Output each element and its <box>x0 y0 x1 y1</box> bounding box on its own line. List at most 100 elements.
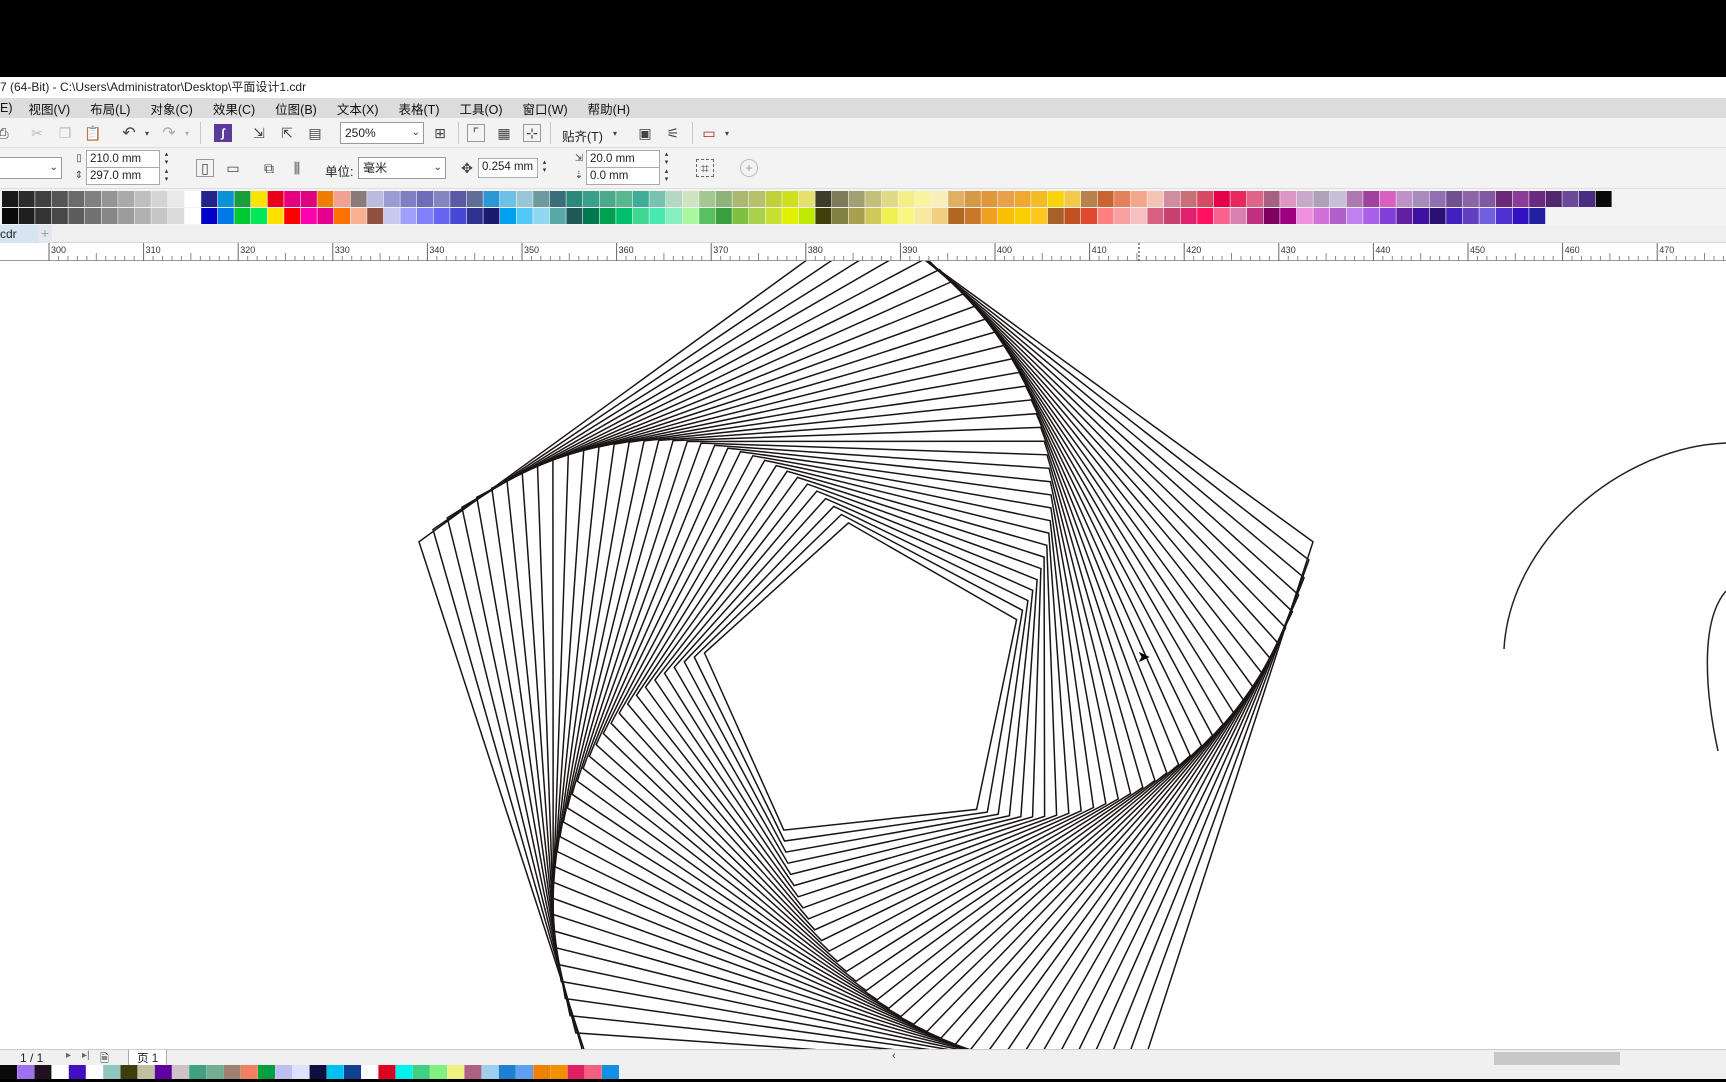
palette-swatch[interactable] <box>1014 191 1031 207</box>
palette-swatch[interactable] <box>85 208 101 224</box>
search-content-icon[interactable]: ∫ <box>214 124 232 142</box>
document-palette-swatch[interactable] <box>584 1065 602 1079</box>
palette-swatch[interactable] <box>1462 208 1479 224</box>
palette-swatch[interactable] <box>1396 208 1413 224</box>
palette-swatch[interactable] <box>1512 208 1529 224</box>
palette-swatch[interactable] <box>1164 208 1180 224</box>
pentagon-outline[interactable] <box>644 476 1046 898</box>
palette-swatch[interactable] <box>931 208 948 224</box>
palette-swatch[interactable] <box>466 191 483 207</box>
page-size-select[interactable]: ⌄ <box>0 157 62 179</box>
menu-help[interactable]: 帮助(H) <box>588 99 630 118</box>
palette-swatch[interactable] <box>1529 191 1546 207</box>
palette-swatch[interactable] <box>1545 191 1562 207</box>
palette-swatch[interactable] <box>1047 191 1064 207</box>
palette-swatch[interactable] <box>848 191 865 207</box>
document-tab[interactable]: cdr <box>0 225 38 243</box>
palette-swatch[interactable] <box>732 208 749 224</box>
palette-swatch[interactable] <box>1114 191 1131 207</box>
palette-swatch[interactable] <box>898 208 915 224</box>
duplicate-y-field[interactable]: 0.0 mm <box>586 167 660 185</box>
palette-swatch[interactable] <box>367 208 384 224</box>
current-page-icon[interactable]: ⫼ <box>288 159 306 177</box>
palette-swatch[interactable] <box>881 208 898 224</box>
show-rulers-icon[interactable]: ⌜ <box>467 124 485 142</box>
palette-swatch[interactable] <box>599 191 616 207</box>
palette-swatch[interactable] <box>1413 191 1429 207</box>
spiral-pentagon-artwork[interactable] <box>0 261 1726 1049</box>
palette-swatch[interactable] <box>981 208 998 224</box>
palette-swatch[interactable] <box>1263 208 1280 224</box>
menu-bitmaps[interactable]: 位图(B) <box>275 99 317 118</box>
palette-swatch[interactable] <box>533 191 550 207</box>
page-width-spinner[interactable]: ▴ ▾ <box>162 151 171 167</box>
palette-swatch[interactable] <box>732 191 749 207</box>
palette-swatch[interactable] <box>981 191 998 207</box>
palette-swatch[interactable] <box>18 208 35 224</box>
nudge-spinner[interactable]: ▴ ▾ <box>540 159 549 175</box>
palette-swatch[interactable] <box>699 191 716 207</box>
pentagon-outline[interactable] <box>461 261 1300 1049</box>
palette-swatch[interactable] <box>549 208 566 224</box>
palette-swatch[interactable] <box>400 208 417 224</box>
document-palette-swatch[interactable] <box>172 1065 189 1079</box>
document-palette-swatch[interactable] <box>412 1065 430 1079</box>
palette-swatch[interactable] <box>682 191 699 207</box>
palette-swatch[interactable] <box>1496 191 1512 207</box>
document-palette-swatch[interactable] <box>567 1065 585 1079</box>
document-palette-swatch[interactable] <box>120 1065 138 1079</box>
palette-swatch[interactable] <box>948 208 965 224</box>
palette-swatch[interactable] <box>251 208 267 224</box>
palette-swatch[interactable] <box>533 208 550 224</box>
palette-swatch[interactable] <box>898 191 915 207</box>
palette-swatch[interactable] <box>649 208 666 224</box>
palette-swatch[interactable] <box>998 208 1014 224</box>
document-palette-swatch[interactable] <box>137 1065 155 1079</box>
palette-swatch[interactable] <box>466 208 483 224</box>
palette-swatch[interactable] <box>134 191 151 207</box>
document-palette-swatch[interactable] <box>189 1065 207 1079</box>
palette-swatch[interactable] <box>350 208 367 224</box>
palette-swatch[interactable] <box>417 191 433 207</box>
publish-pdf-icon[interactable]: ▤ <box>306 124 324 142</box>
copy-icon[interactable]: ❐ <box>56 124 74 142</box>
palette-swatch[interactable] <box>1081 208 1097 224</box>
palette-swatch[interactable] <box>1197 191 1214 207</box>
snap-to-button[interactable]: 贴齐(T) <box>562 126 603 145</box>
palette-swatch[interactable] <box>1330 208 1346 224</box>
document-palette-swatch[interactable] <box>447 1065 465 1079</box>
palette-swatch[interactable] <box>616 208 633 224</box>
palette-swatch[interactable] <box>1429 208 1446 224</box>
document-palette-swatch[interactable] <box>481 1065 499 1079</box>
palette-swatch[interactable] <box>1496 208 1512 224</box>
menu-layout[interactable]: 布局(L) <box>90 99 130 118</box>
palette-swatch[interactable] <box>417 208 433 224</box>
document-palette-swatch[interactable] <box>533 1065 551 1079</box>
pentagon-outline[interactable] <box>673 497 1034 865</box>
palette-swatch[interactable] <box>632 191 649 207</box>
document-palette-swatch[interactable] <box>68 1065 86 1079</box>
palette-swatch[interactable] <box>865 208 882 224</box>
palette-swatch[interactable] <box>1595 191 1612 207</box>
palette-swatch[interactable] <box>998 191 1014 207</box>
palette-swatch[interactable] <box>1230 191 1247 207</box>
palette-swatch[interactable] <box>251 191 267 207</box>
redo-icon[interactable]: ↷ <box>160 124 178 142</box>
document-palette-swatch[interactable] <box>326 1065 344 1079</box>
document-palette-swatch[interactable] <box>17 1065 35 1079</box>
document-palette-swatch[interactable] <box>602 1065 619 1079</box>
page-height-spinner[interactable]: ▴ ▾ <box>162 168 171 184</box>
curve-shape[interactable] <box>1706 590 1726 752</box>
pentagon-outline[interactable] <box>566 412 1180 1010</box>
palette-swatch[interactable] <box>1081 191 1097 207</box>
palette-swatch[interactable] <box>1064 191 1081 207</box>
landscape-icon[interactable]: ▭ <box>224 159 242 177</box>
palette-swatch[interactable] <box>516 208 533 224</box>
palette-swatch[interactable] <box>1247 191 1263 207</box>
palette-swatch[interactable] <box>1280 191 1297 207</box>
export-icon[interactable]: ⇱ <box>278 124 296 142</box>
palette-swatch[interactable] <box>1114 208 1131 224</box>
duplicate-x-spinner[interactable]: ▴ ▾ <box>662 151 671 167</box>
palette-swatch[interactable] <box>1247 208 1263 224</box>
palette-swatch[interactable] <box>383 208 400 224</box>
